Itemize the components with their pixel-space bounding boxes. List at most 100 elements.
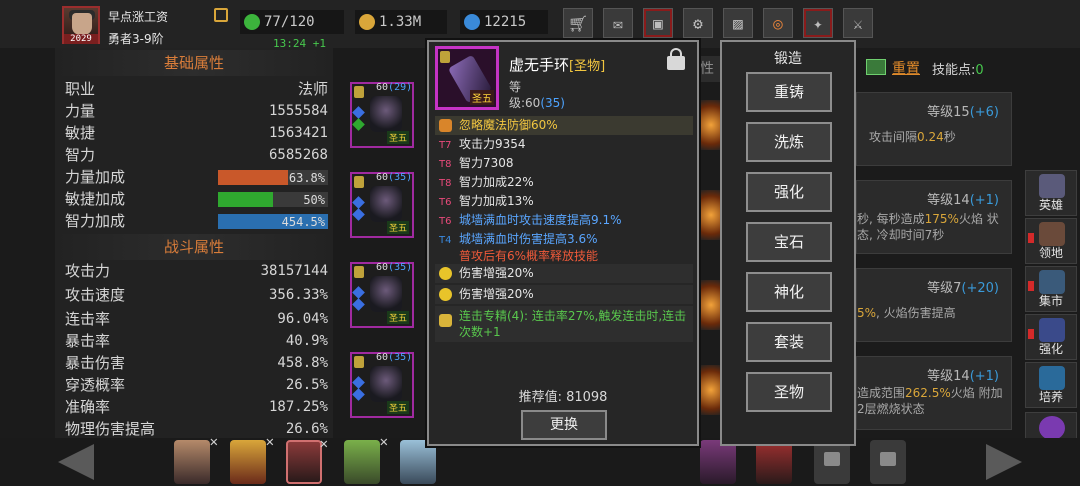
gem-button[interactable]: 宝石 [746, 222, 832, 262]
swords-icon: ⚔ [853, 13, 863, 33]
set-bonus-text: 连击专精(4): 连击率27%,触发连击时,连击次数+1 [459, 309, 687, 339]
mail-button[interactable]: ✉ [603, 8, 633, 38]
reset-button[interactable]: 重置 [892, 58, 920, 78]
enhance-button[interactable]: 强化 [746, 172, 832, 212]
reset-icon[interactable] [866, 59, 886, 75]
edit-name-icon[interactable] [214, 8, 228, 22]
deify-button[interactable]: 神化 [746, 272, 832, 312]
bar-value: 50% [303, 193, 325, 207]
gold-orb-icon [439, 267, 452, 280]
skills-header: 重置 技能点:0 [860, 55, 1020, 81]
skill-card[interactable]: 等级14(+1) 造成范围262.5%火焰 附加2层燃烧状态 [856, 356, 1012, 430]
hero-portrait[interactable] [700, 440, 736, 484]
attr-label: 连击率 [65, 310, 111, 328]
reforge-button[interactable]: 重铸 [746, 72, 832, 112]
avatar-face [72, 13, 92, 35]
refine-button[interactable]: 洗炼 [746, 122, 832, 162]
nav-hero[interactable]: 英雄 [1025, 170, 1077, 216]
wheel-button[interactable]: ◎ [763, 8, 793, 38]
replace-button[interactable]: 更换 [521, 410, 607, 440]
cultivate-icon [1039, 366, 1065, 390]
notification-dot [1028, 233, 1034, 243]
attr-value: 26.6% [285, 421, 328, 437]
player-avatar[interactable]: 2029 [62, 6, 100, 44]
hero-portrait[interactable]: ✕ [230, 434, 274, 484]
avatar-level: 2029 [64, 34, 98, 44]
forge-menu: 锻造 重铸 洗炼 强化 宝石 神化 套装 圣物 [720, 40, 856, 446]
skill-level: 等级14(+1) [927, 369, 999, 384]
coin-icon [354, 266, 364, 278]
scroll-right-arrow-icon[interactable] [986, 444, 1022, 480]
remove-icon[interactable]: ✕ [210, 434, 218, 450]
equipment-slot[interactable]: 60(29) 圣五 [350, 82, 414, 148]
gem-icon [352, 286, 365, 299]
battle-button[interactable]: ⚔ [843, 8, 873, 38]
equipment-slot[interactable]: 60(35) 圣五 [350, 262, 414, 328]
nav-cultivate[interactable]: 培养 [1025, 362, 1077, 408]
mail-icon: ✉ [613, 13, 623, 33]
nav-enhance[interactable]: 强化 [1025, 314, 1077, 360]
tab-partial[interactable]: 性 [700, 56, 720, 82]
lock-icon[interactable] [667, 48, 685, 70]
territory-icon [1039, 222, 1065, 246]
player-rank: 勇者3-9阶 [108, 32, 164, 46]
attr-label: 物理伤害提高 [65, 420, 156, 438]
equip-level: 60(35) [376, 262, 413, 273]
player-name: 早点涨工资 [108, 10, 169, 24]
gamepad-button[interactable]: ▣ [643, 8, 673, 38]
equipment-art [370, 96, 402, 132]
attr-agility-bonus: 敏捷加成 50% [63, 188, 328, 210]
equip-tag: 圣五 [386, 131, 409, 144]
notification-dot [1028, 329, 1034, 339]
hero-portrait[interactable] [400, 440, 436, 484]
remove-icon[interactable]: ✕ [320, 436, 328, 452]
item-level-prefix: 等 [509, 80, 522, 94]
skill-card[interactable]: 等级7(+20) 5%, 火焰伤害提高 [856, 268, 1012, 342]
coin-icon [354, 176, 364, 188]
attr-label: 穿透概率 [65, 376, 126, 394]
equipment-slot[interactable]: 60(35) 圣五 [350, 172, 414, 238]
skill-level: 等级15(+6) [927, 105, 999, 120]
nav-territory[interactable]: 领地 [1025, 218, 1077, 264]
event-button[interactable]: ✦ [803, 8, 833, 38]
set-button[interactable]: 套装 [746, 322, 832, 362]
shop-button[interactable]: 🛒︎ [563, 8, 593, 38]
scroll-left-arrow-icon[interactable] [58, 444, 94, 480]
skill-fire-thumb [700, 280, 722, 330]
attr-penetration: 穿透概率 26.5% [63, 374, 328, 396]
item-name: 虚无手环[圣物] [509, 56, 606, 74]
nav-market[interactable]: 集市 [1025, 266, 1077, 312]
settings-button[interactable]: ⚙ [683, 8, 713, 38]
stamina-value: 77/120 [264, 14, 315, 30]
gear-icon: ⚙ [693, 13, 703, 33]
equipment-slot[interactable]: 60(35) 圣五 [350, 352, 414, 418]
lightning-icon [244, 14, 260, 30]
combat-attributes-title: 战斗属性 [55, 234, 333, 260]
gift-button[interactable]: ▨ [723, 8, 753, 38]
enhance-icon [1039, 318, 1065, 342]
relic-button[interactable]: 圣物 [746, 372, 832, 412]
affix-row: T8 智力加成22% [439, 175, 534, 189]
gold-display: 1.33M [355, 10, 447, 34]
hero-portrait-selected[interactable]: ✕ [286, 436, 328, 484]
attr-label: 敏捷加成 [65, 190, 126, 208]
recommend-value: 推荐值: 81098 [518, 390, 608, 405]
skill-card[interactable]: 等级15(+6) 攻击间隔0.24秒 [856, 92, 1012, 166]
remove-icon[interactable]: ✕ [380, 434, 388, 450]
gem-icon [352, 208, 365, 221]
market-icon [1039, 270, 1065, 294]
gold-orb-icon [439, 288, 452, 301]
equip-tag: 圣五 [386, 401, 409, 414]
gem-icon [352, 376, 365, 389]
equip-level: 60(35) [376, 172, 413, 183]
hero-portrait[interactable]: ✕ [344, 434, 388, 484]
nav-label: 集市 [1038, 294, 1063, 308]
coin-icon [354, 356, 364, 368]
remove-icon[interactable]: ✕ [266, 434, 274, 450]
item-level: 级:60(35) [509, 96, 565, 110]
skill-card[interactable]: 等级14(+1) 秒, 每秒造成175%火焰 状态, 冷却时间7秒 [856, 180, 1012, 254]
attr-value: 1563421 [268, 125, 328, 141]
bar-fill [218, 170, 289, 185]
hero-portrait[interactable] [756, 440, 792, 484]
hero-portrait[interactable]: ✕ [174, 434, 218, 484]
